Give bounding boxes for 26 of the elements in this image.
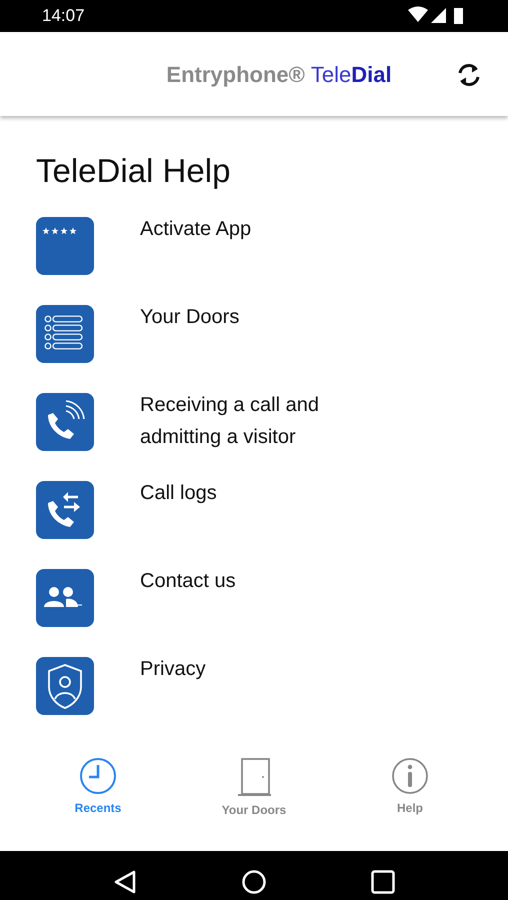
clock-icon [79,757,117,795]
product-name: TeleDial [310,60,392,88]
list-icon [36,305,94,363]
door-icon [235,757,273,797]
phone-ringing-icon [36,393,94,451]
help-topic-link[interactable]: Your Doors [140,301,360,333]
help-topic-link[interactable]: Privacy [140,653,360,685]
help-topic-link[interactable]: Call logs [140,477,360,509]
help-topic-link[interactable]: Receiving a call and admitting a visitor [140,389,360,453]
nav-tab[interactable]: Help [355,757,465,817]
nav-tab[interactable]: Recents [43,757,153,817]
brand-name: Entryphone® [166,60,305,89]
info-icon [391,757,429,795]
help-topic-link[interactable]: Activate App [140,213,360,245]
people-icon [36,569,94,627]
page-title: TeleDial Help [36,154,232,187]
status-time: 14:07 [42,5,85,28]
overview-icon[interactable] [370,869,396,895]
help-topic-link[interactable]: Contact us [140,565,360,597]
pin-icon [36,217,94,275]
status-icons [408,6,466,26]
back-icon[interactable] [112,869,138,895]
nav-tab[interactable]: Your Doors [199,757,309,819]
shield-person-icon [36,657,94,715]
home-icon[interactable] [240,869,267,895]
phone-arrows-icon [36,481,94,539]
